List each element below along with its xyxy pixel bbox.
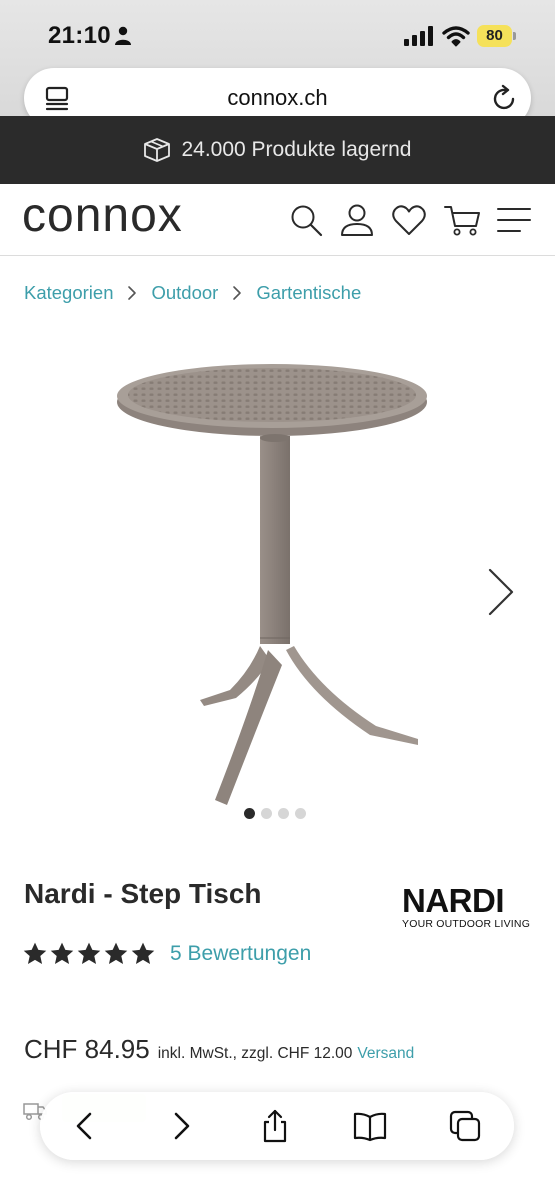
- menu-icon[interactable]: [496, 202, 532, 238]
- cart-icon[interactable]: [443, 202, 481, 238]
- signal-icon: [404, 26, 433, 46]
- reviews-link[interactable]: 5 Bewertungen: [170, 942, 311, 966]
- gallery-dot-2[interactable]: [261, 808, 272, 819]
- browser-chrome: 21:10 80 connox.ch: [0, 0, 555, 128]
- promo-text: 24.000 Produkte lagernd: [181, 138, 412, 161]
- star-rating: [22, 941, 156, 967]
- breadcrumb-outdoor[interactable]: Outdoor: [151, 282, 218, 304]
- person-icon: [115, 26, 131, 45]
- next-image-arrow-icon[interactable]: [486, 566, 516, 618]
- forward-icon[interactable]: [164, 1109, 198, 1143]
- battery-level: 80: [477, 25, 512, 47]
- gallery-pagination: [244, 808, 306, 819]
- status-time: 21:10: [48, 22, 111, 49]
- star-icon: [104, 942, 128, 964]
- bookmarks-icon[interactable]: [353, 1109, 387, 1143]
- breadcrumb-kategorien[interactable]: Kategorien: [24, 282, 113, 304]
- gallery-dot-3[interactable]: [278, 808, 289, 819]
- box-icon: [144, 138, 171, 162]
- account-icon[interactable]: [339, 202, 375, 238]
- brand-name: NARDI: [402, 882, 505, 919]
- price-row: CHF 84.95 inkl. MwSt., zzgl. CHF 12.00 V…: [24, 1034, 414, 1065]
- back-icon[interactable]: [68, 1109, 102, 1143]
- reload-icon[interactable]: [492, 84, 518, 112]
- share-icon[interactable]: [258, 1109, 292, 1143]
- star-icon: [77, 942, 101, 964]
- breadcrumb: Kategorien Outdoor Gartentische: [24, 282, 361, 304]
- tabs-icon[interactable]: [448, 1109, 482, 1143]
- search-icon[interactable]: [288, 202, 324, 238]
- product-image[interactable]: [100, 350, 440, 810]
- browser-toolbar: [40, 1092, 514, 1160]
- site-header: connox: [0, 184, 555, 256]
- rating: 5 Bewertungen: [22, 941, 311, 967]
- brand-tagline: YOUR OUTDOOR LIVING: [402, 918, 531, 930]
- product-title: Nardi - Step Tisch: [24, 878, 262, 909]
- shipping-link[interactable]: Versand: [357, 1045, 414, 1063]
- wifi-icon: [442, 26, 470, 47]
- star-icon: [23, 942, 47, 964]
- battery-cap: [513, 32, 516, 40]
- gallery-dot-1[interactable]: [244, 808, 255, 819]
- site-logo[interactable]: connox: [22, 188, 183, 243]
- breadcrumb-gartentische[interactable]: Gartentische: [256, 282, 361, 304]
- star-icon: [50, 942, 74, 964]
- vat-note: inkl. MwSt., zzgl. CHF 12.00: [157, 1045, 353, 1062]
- product-price: CHF 84.95: [24, 1034, 150, 1064]
- promo-banner: 24.000 Produkte lagernd: [0, 116, 555, 184]
- chevron-right-icon: [128, 286, 137, 300]
- gallery-dot-4[interactable]: [295, 808, 306, 819]
- brand-logo[interactable]: NARDI YOUR OUTDOOR LIVING: [402, 884, 534, 930]
- star-icon: [131, 942, 155, 964]
- status-bar: 21:10 80: [0, 0, 555, 64]
- chevron-right-icon: [233, 286, 242, 300]
- wishlist-icon[interactable]: [391, 202, 427, 238]
- battery-indicator: 80: [477, 25, 517, 47]
